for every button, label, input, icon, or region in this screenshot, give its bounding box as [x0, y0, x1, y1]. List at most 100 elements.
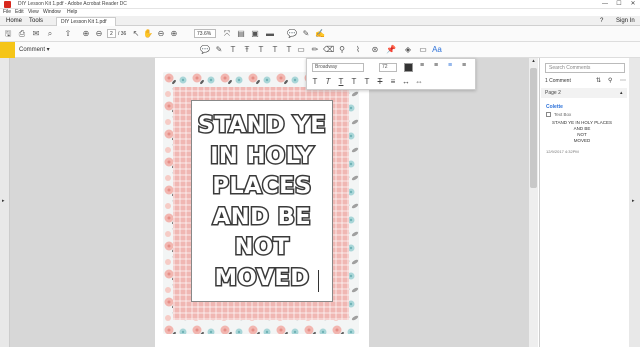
page-view-icon[interactable]: ▤: [236, 29, 246, 39]
comment-label[interactable]: Comment ▾: [19, 46, 50, 53]
scrollbar-thumb[interactable]: [530, 68, 537, 188]
eraser-icon[interactable]: ⌫: [323, 45, 334, 55]
expand-left-icon[interactable]: ▸: [2, 198, 5, 204]
comment-timestamp: 12/9/2017 4:32PM: [546, 149, 579, 154]
maximize-button[interactable]: ☐: [612, 0, 626, 9]
search-icon[interactable]: ⌕: [45, 29, 55, 39]
more-options-icon[interactable]: ⋯: [620, 77, 626, 84]
align-right-icon[interactable]: ≡: [448, 62, 452, 69]
sign-icon[interactable]: ✍: [315, 29, 325, 39]
stamp-icon[interactable]: ⚲: [337, 45, 347, 55]
help-icon[interactable]: ?: [596, 16, 607, 26]
underline-icon[interactable]: T: [336, 77, 346, 87]
poster-line: AND BE: [211, 202, 312, 231]
italic-icon[interactable]: T: [323, 77, 333, 87]
read-mode-icon[interactable]: ▣: [250, 29, 260, 39]
comment-count: 1 Comment: [545, 78, 571, 84]
collapse-right-icon[interactable]: ▸: [632, 198, 635, 204]
highlight-text-icon[interactable]: ✎: [214, 45, 224, 55]
fill-color-icon[interactable]: ◈: [403, 45, 413, 55]
zoom-out-icon[interactable]: ⊖: [156, 29, 166, 39]
line-color-icon[interactable]: ▭: [418, 45, 428, 55]
sticky-note-icon[interactable]: 💬: [200, 45, 210, 55]
text-box-icon[interactable]: ▭: [296, 45, 306, 55]
filter-icon[interactable]: ⚲: [608, 77, 612, 84]
page-group-header[interactable]: Page 2: [541, 88, 627, 98]
attach-file-icon[interactable]: ⌇: [353, 45, 363, 55]
font-color-swatch[interactable]: [404, 63, 413, 72]
sign-in-button[interactable]: Sign In: [612, 16, 639, 26]
add-text-comment-icon[interactable]: T: [284, 45, 294, 55]
menu-window[interactable]: Window: [43, 9, 61, 16]
menu-edit[interactable]: Edit: [15, 9, 24, 16]
comment-type: Text Box: [554, 112, 572, 117]
align-center-icon[interactable]: ≡: [434, 62, 438, 69]
poster-line: STAND YE: [196, 111, 327, 140]
title-bar: DIY Lesson Kit 1.pdf - Adobe Acrobat Rea…: [0, 0, 640, 9]
collapse-icon[interactable]: ▴: [620, 90, 623, 96]
upload-icon[interactable]: ⇧: [63, 29, 73, 39]
page-group-label: Page 2: [545, 90, 561, 96]
keyboard-icon[interactable]: ▬: [265, 29, 275, 39]
minimize-button[interactable]: —: [598, 0, 612, 9]
acrobat-app-icon: [4, 1, 11, 8]
page-total-label: / 36: [118, 31, 127, 37]
comment-text: STAND YE IN HOLY PLACES AND BE NOT MOVED: [552, 120, 612, 144]
poster-text: STAND YE IN HOLY PLACES AND BE NOT MOVED: [191, 110, 333, 293]
justify-icon[interactable]: ≡: [462, 62, 466, 69]
superscript-icon[interactable]: T: [349, 77, 359, 87]
pen-icon[interactable]: ✎: [301, 29, 311, 39]
menu-file[interactable]: File: [3, 9, 11, 16]
bold-icon[interactable]: T: [310, 77, 320, 87]
fit-page-icon[interactable]: ⤧: [222, 29, 232, 39]
vertical-scrollbar[interactable]: ▴: [529, 58, 538, 347]
insert-text-icon[interactable]: T: [270, 45, 280, 55]
save-icon[interactable]: 🖫: [3, 29, 13, 39]
pin-icon[interactable]: 📌: [386, 45, 396, 55]
tab-document[interactable]: DIY Lesson Kit 1.pdf: [56, 17, 116, 26]
text-cursor: [318, 270, 319, 292]
left-panel-collapsed[interactable]: ▸: [0, 58, 10, 347]
line-spacing-icon[interactable]: ≡: [388, 77, 398, 87]
search-comments-input[interactable]: Search Comments: [545, 63, 625, 73]
main-toolbar: 🖫 ⎙ ✉ ⌕ ⇧ ⊕ ⊖ 2 / 36 ↖ ✋ ⊖ ⊕ 73.6% ⤧ ▤ ▣…: [0, 26, 640, 42]
underline-text-icon[interactable]: T: [228, 45, 238, 55]
zoom-level-select[interactable]: 73.6%: [194, 29, 216, 38]
document-tab-label: DIY Lesson Kit 1.pdf: [61, 19, 107, 25]
poster-line: PLACES: [211, 172, 313, 201]
strikethrough-format-icon[interactable]: T: [375, 77, 385, 87]
font-select[interactable]: Broadway: [312, 63, 364, 72]
menu-bar: File Edit View Window Help: [0, 9, 640, 16]
subscript-icon[interactable]: T: [362, 77, 372, 87]
horizontal-scale-icon[interactable]: ⇔: [414, 77, 424, 87]
menu-help[interactable]: Help: [67, 9, 77, 16]
close-window-button[interactable]: ✕: [626, 0, 640, 9]
font-size-select[interactable]: 72: [379, 63, 397, 72]
tab-tools[interactable]: Tools: [25, 16, 47, 26]
scroll-up-icon[interactable]: ▴: [529, 58, 538, 66]
menu-view[interactable]: View: [28, 9, 39, 16]
comment-text-line: MOVED: [573, 138, 591, 143]
shapes-icon[interactable]: ⊛: [370, 45, 380, 55]
comment-toolbar: Comment ▾ 💬 ✎ T Ŧ T T T ▭ ✏ ⌫ ⚲ ⌇ ⊛ 📌 ◈ …: [0, 42, 640, 58]
align-left-icon[interactable]: ≡: [420, 62, 424, 69]
replace-text-icon[interactable]: T: [256, 45, 266, 55]
tab-home[interactable]: Home: [2, 16, 26, 26]
zoom-in-icon[interactable]: ⊕: [169, 29, 179, 39]
sort-icon[interactable]: ⇅: [596, 77, 601, 84]
right-gutter: ▸: [629, 58, 640, 347]
draw-tool-icon[interactable]: ✏: [310, 45, 320, 55]
print-icon[interactable]: ⎙: [17, 29, 27, 39]
page-number-input[interactable]: 2: [107, 29, 116, 38]
strikethrough-icon[interactable]: Ŧ: [242, 45, 252, 55]
poster-line: NOT: [233, 233, 290, 262]
previous-page-icon[interactable]: ⊕: [81, 29, 91, 39]
char-spacing-icon[interactable]: ↔: [401, 77, 411, 87]
next-page-icon[interactable]: ⊖: [94, 29, 104, 39]
text-box-type-icon: [546, 112, 551, 117]
comment-icon[interactable]: 💬: [287, 29, 297, 39]
hand-tool-icon[interactable]: ✋: [143, 29, 153, 39]
email-icon[interactable]: ✉: [31, 29, 41, 39]
text-properties-icon[interactable]: Aa: [432, 45, 442, 55]
select-tool-icon[interactable]: ↖: [131, 29, 141, 39]
